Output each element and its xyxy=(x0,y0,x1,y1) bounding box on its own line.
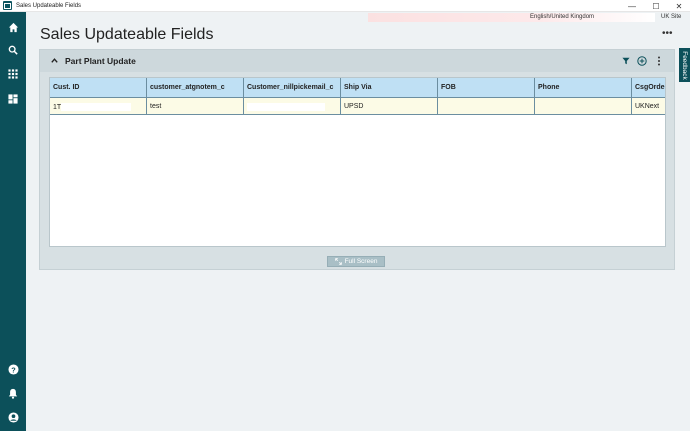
locale-strip xyxy=(368,13,655,22)
cell-csg-order-type[interactable]: UKNext xyxy=(632,98,665,115)
column-header-nillpickemail[interactable]: Customer_nillpickemail_c xyxy=(244,78,341,98)
feedback-tab[interactable]: Feedback xyxy=(679,48,690,82)
redacted-block xyxy=(247,103,325,111)
table-row[interactable]: 1T test UPSD UKNext xyxy=(50,98,665,115)
column-header-csg-order-type[interactable]: CsgOrderTyp xyxy=(632,78,665,98)
add-circle-icon[interactable] xyxy=(637,56,647,66)
window-titlebar: Sales Updateable Fields — ☐ ✕ xyxy=(0,0,690,12)
page-title: Sales Updateable Fields xyxy=(40,26,214,43)
panel-title: Part Plant Update xyxy=(65,56,136,66)
full-screen-label: Full Screen xyxy=(344,258,378,265)
expand-icon xyxy=(334,258,342,265)
cell-cust-id[interactable]: 1T xyxy=(50,98,147,115)
search-icon[interactable] xyxy=(4,41,22,59)
app-icon xyxy=(3,1,12,10)
home-icon[interactable] xyxy=(4,18,22,36)
cell-phone[interactable] xyxy=(535,98,632,115)
cell-cust-id-value: 1T xyxy=(53,103,62,111)
locale-label: English/United Kingdom xyxy=(530,14,595,20)
window-title: Sales Updateable Fields xyxy=(16,2,82,9)
site-label[interactable]: UK Site xyxy=(661,14,681,20)
panel-more-icon[interactable] xyxy=(654,56,664,66)
more-options-button[interactable]: ••• xyxy=(662,28,673,39)
sidebar: ? xyxy=(0,12,26,431)
dashboard-icon[interactable] xyxy=(4,90,22,108)
bell-icon[interactable] xyxy=(4,384,22,402)
feedback-label: Feedback xyxy=(681,50,689,80)
cell-ship-via[interactable]: UPSD xyxy=(341,98,438,115)
maximize-button[interactable]: ☐ xyxy=(644,0,668,12)
column-header-fob[interactable]: FOB xyxy=(438,78,535,98)
cell-nillpickemail[interactable] xyxy=(244,98,341,115)
part-plant-update-panel: Part Plant Update Cust. ID customer_atgn… xyxy=(39,49,675,270)
filter-icon[interactable] xyxy=(621,56,631,66)
cell-fob[interactable] xyxy=(438,98,535,115)
svg-text:?: ? xyxy=(11,365,16,374)
apps-grid-icon[interactable] xyxy=(4,65,22,83)
column-header-phone[interactable]: Phone xyxy=(535,78,632,98)
data-grid: Cust. ID customer_atgnotem_c Customer_ni… xyxy=(49,77,666,247)
redacted-block xyxy=(61,103,132,111)
close-button[interactable]: ✕ xyxy=(667,0,690,12)
help-icon[interactable]: ? xyxy=(4,360,22,378)
column-header-atgnotem[interactable]: customer_atgnotem_c xyxy=(147,78,244,98)
grid-header-row: Cust. ID customer_atgnotem_c Customer_ni… xyxy=(50,78,665,98)
full-screen-button[interactable]: Full Screen xyxy=(327,256,385,267)
user-icon[interactable] xyxy=(4,408,22,426)
column-header-cust-id[interactable]: Cust. ID xyxy=(50,78,147,98)
column-header-ship-via[interactable]: Ship Via xyxy=(341,78,438,98)
chevron-up-icon[interactable] xyxy=(50,56,59,67)
cell-atgnotem[interactable]: test xyxy=(147,98,244,115)
minimize-button[interactable]: — xyxy=(620,0,644,12)
panel-header: Part Plant Update xyxy=(40,50,674,72)
